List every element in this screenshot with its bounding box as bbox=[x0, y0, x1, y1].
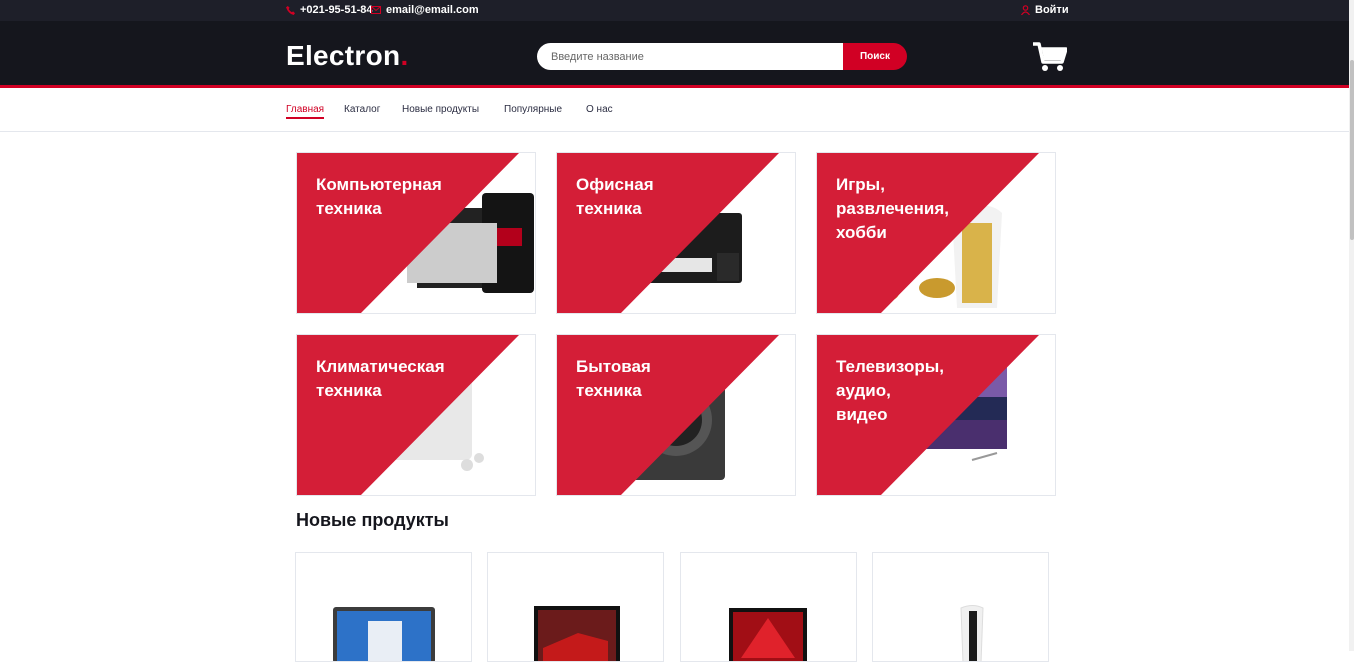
category-climate[interactable]: Климатическая техника bbox=[296, 334, 536, 496]
login-link[interactable]: Войти bbox=[1021, 4, 1069, 16]
category-computers[interactable]: Компьютерная техника bbox=[296, 152, 536, 314]
category-label: Игры, развлечения, хобби bbox=[836, 175, 950, 242]
product-card[interactable] bbox=[680, 552, 857, 662]
section-title-new-products: Новые продукты bbox=[296, 510, 449, 530]
phone-icon bbox=[286, 5, 295, 15]
scrollbar[interactable] bbox=[1349, 0, 1354, 651]
category-games[interactable]: Игры, развлечения, хобби bbox=[816, 152, 1056, 314]
email-address: email@email.com bbox=[386, 4, 479, 16]
search-input[interactable] bbox=[537, 43, 849, 70]
scrollbar-thumb[interactable] bbox=[1350, 60, 1354, 240]
search-button[interactable]: Поиск bbox=[843, 43, 907, 70]
phone-contact[interactable]: +021-95-51-84 bbox=[286, 4, 372, 16]
category-household[interactable]: Бытовая техника bbox=[556, 334, 796, 496]
nav-item-popular[interactable]: Популярные bbox=[504, 104, 562, 115]
product-card[interactable] bbox=[872, 552, 1049, 662]
category-office[interactable]: Офисная техника bbox=[556, 152, 796, 314]
logo-text: Electron bbox=[286, 40, 401, 71]
nav-item-home[interactable]: Главная bbox=[286, 104, 325, 119]
email-contact[interactable]: email@email.com bbox=[371, 4, 479, 16]
category-label: Климатическая техника bbox=[316, 357, 445, 400]
category-tv[interactable]: Телевизоры, аудио, видео bbox=[816, 334, 1056, 496]
product-image bbox=[534, 606, 620, 661]
user-icon bbox=[1021, 5, 1030, 15]
nav-item-new-products[interactable]: Новые продукты bbox=[402, 104, 479, 115]
login-label: Войти bbox=[1035, 4, 1069, 16]
email-icon bbox=[371, 6, 381, 14]
category-label: Бытовая техника bbox=[576, 357, 651, 400]
category-label: Офисная техника bbox=[576, 175, 654, 218]
top-bar: +021-95-51-84 email@email.com Войти bbox=[0, 0, 1354, 21]
nav-item-about[interactable]: О нас bbox=[586, 104, 613, 115]
product-card[interactable] bbox=[295, 552, 472, 662]
product-image bbox=[729, 608, 807, 661]
category-label: Телевизоры, аудио, видео bbox=[836, 357, 944, 424]
nav-item-catalog[interactable]: Каталог bbox=[344, 104, 380, 115]
main-nav: Главная Каталог Новые продукты Популярны… bbox=[0, 91, 1354, 132]
product-image bbox=[960, 605, 984, 661]
cart-icon bbox=[1033, 42, 1068, 71]
logo[interactable]: Electron. bbox=[286, 40, 409, 72]
product-image bbox=[333, 607, 435, 661]
cart-button[interactable] bbox=[1033, 42, 1068, 77]
phone-number: +021-95-51-84 bbox=[300, 4, 373, 16]
category-label: Компьютерная техника bbox=[316, 175, 442, 218]
search-form: Поиск bbox=[537, 43, 907, 70]
main-header: Electron. Поиск bbox=[0, 21, 1354, 88]
logo-dot: . bbox=[400, 40, 409, 71]
product-card[interactable] bbox=[487, 552, 664, 662]
